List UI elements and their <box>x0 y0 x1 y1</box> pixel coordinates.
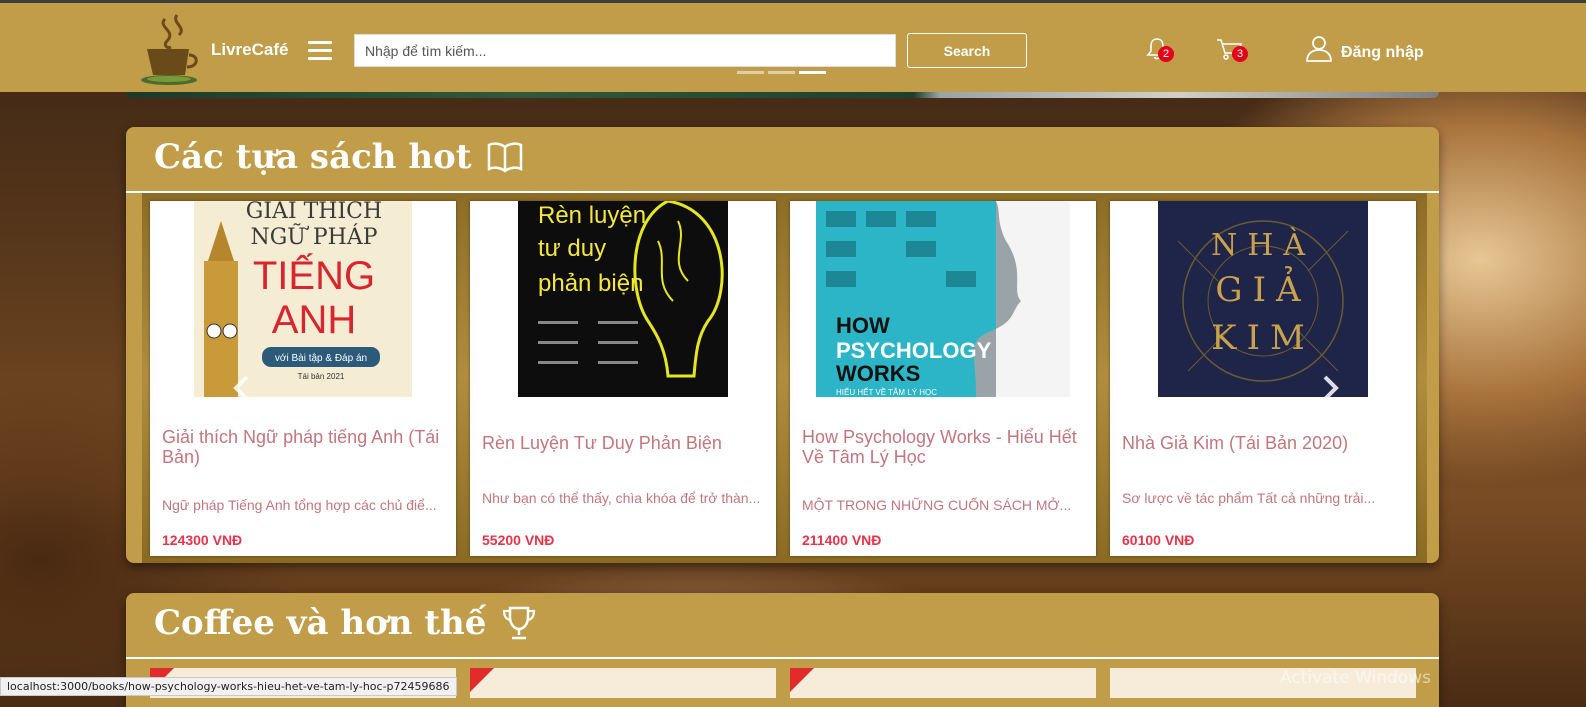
carousel-indicators <box>737 71 826 74</box>
cover-line2: NGỮ PHÁP <box>250 222 377 250</box>
carousel-indicator[interactable] <box>768 71 795 74</box>
book-cover-grammar: GIẢI THÍCH NGỮ PHÁP TIẾNG ANH với Bài tậ… <box>194 201 412 397</box>
sale-ribbon <box>470 668 494 692</box>
book-description: MỘT TRONG NHỮNG CUỐN SÁCH MỞ... <box>802 497 1072 513</box>
cover-line2: GIẢ <box>1215 266 1310 310</box>
cover-subtitle: với Bài tập & Đáp án <box>275 353 367 364</box>
book-card[interactable]: HOW PSYCHOLOGY WORKS HIỂU HẾT VỀ TÂM LÝ … <box>790 201 1096 556</box>
cover-line4: ANH <box>272 298 356 342</box>
cover-line3: WORKS <box>836 361 920 386</box>
chevron-left-icon[interactable] <box>232 375 252 401</box>
windows-activation-watermark: Activate Windows <box>1280 668 1431 688</box>
site-header: LivreCafé Search 2 3 Đăng nhập <box>0 3 1586 92</box>
cover-line1: GIẢI THÍCH <box>246 201 382 224</box>
carousel-indicator-active[interactable] <box>799 71 826 74</box>
cart-button[interactable]: 3 <box>1216 37 1252 67</box>
book-cover-psychology: HOW PSYCHOLOGY WORKS HIỂU HẾT VỀ TÂM LÝ … <box>816 201 1070 397</box>
coffee-logo-icon[interactable] <box>137 13 203 87</box>
brand-name[interactable]: LivreCafé <box>211 40 288 60</box>
hot-books-section: Các tựa sách hot GIẢI THÍCH NGỮ PHÁP TIẾ… <box>126 127 1439 563</box>
login-label: Đăng nhập <box>1341 44 1424 61</box>
book-card[interactable]: NHÀ GIẢ KIM Nhà Giả Kim (Tái Bản 2020) S… <box>1110 201 1416 556</box>
cover-line2: tư duy <box>538 235 606 262</box>
book-title[interactable]: Rèn Luyện Tư Duy Phản Biện <box>482 433 764 453</box>
hot-books-title: Các tựa sách hot <box>154 137 472 177</box>
coffee-title: Coffee và hơn thế <box>154 603 487 643</box>
search-input[interactable] <box>354 34 896 67</box>
cover-line1: HOW <box>836 313 890 338</box>
cover-subtitle: HIỂU HẾT VỀ TÂM LÝ HỌC <box>836 387 937 397</box>
hot-books-heading: Các tựa sách hot <box>154 137 523 177</box>
cover-edition: Tái bản 2021 <box>298 372 345 381</box>
search-button[interactable]: Search <box>907 33 1027 68</box>
book-cover-critical-thinking: Rèn luyện tư duy phản biện <box>518 201 728 397</box>
book-description: Như bạn có thể thấy, chìa khóa để trở th… <box>482 490 761 506</box>
hot-books-carousel: GIẢI THÍCH NGỮ PHÁP TIẾNG ANH với Bài tậ… <box>142 193 1427 563</box>
login-link[interactable]: Đăng nhập <box>1305 30 1424 66</box>
book-price: 124300 VNĐ <box>162 532 243 548</box>
book-cover-image: HOW PSYCHOLOGY WORKS HIỂU HẾT VỀ TÂM LÝ … <box>790 201 1096 397</box>
book-cover-alchemist: NHÀ GIẢ KIM <box>1158 201 1368 397</box>
book-description: Ngữ pháp Tiếng Anh tổng hợp các chủ điể.… <box>162 497 437 513</box>
book-cover-image: NHÀ GIẢ KIM <box>1110 201 1416 397</box>
book-price: 55200 VNĐ <box>482 532 555 548</box>
carousel-indicator[interactable] <box>737 71 764 74</box>
book-card[interactable]: GIẢI THÍCH NGỮ PHÁP TIẾNG ANH với Bài tậ… <box>150 201 456 556</box>
user-icon <box>1306 36 1332 62</box>
book-title[interactable]: How Psychology Works - Hiểu Hết Về Tâm L… <box>802 427 1084 467</box>
notification-count-badge: 2 <box>1158 46 1174 62</box>
cover-line3: TIẾNG <box>253 252 375 298</box>
coffee-heading: Coffee và hơn thế <box>154 603 536 643</box>
coffee-card[interactable] <box>470 668 776 698</box>
browser-status-url: localhost:3000/books/how-psychology-work… <box>0 677 457 696</box>
cart-count-badge: 3 <box>1232 46 1248 62</box>
book-open-icon <box>488 142 523 173</box>
cover-line2: PSYCHOLOGY <box>836 338 992 363</box>
hero-banner-bottom <box>126 92 1439 98</box>
section-divider <box>126 657 1439 659</box>
cover-line1: Rèn luyện <box>538 202 646 229</box>
book-cover-image: GIẢI THÍCH NGỮ PHÁP TIẾNG ANH với Bài tậ… <box>150 201 456 397</box>
coffee-card[interactable] <box>790 668 1096 698</box>
book-title[interactable]: Giải thích Ngữ pháp tiếng Anh (Tái Bản) <box>162 427 444 467</box>
book-price: 60100 VNĐ <box>1122 532 1195 548</box>
book-title[interactable]: Nhà Giả Kim (Tái Bản 2020) <box>1122 433 1404 453</box>
cover-line1: NHÀ <box>1211 227 1315 263</box>
hamburger-icon[interactable] <box>308 41 332 61</box>
notifications-button[interactable]: 2 <box>1145 37 1179 67</box>
book-card[interactable]: Rèn luyện tư duy phản biện Rèn Luyện Tư … <box>470 201 776 556</box>
book-cover-image: Rèn luyện tư duy phản biện <box>470 201 776 397</box>
sale-ribbon <box>790 668 814 692</box>
trophy-icon <box>503 606 536 640</box>
cover-line3: KIM <box>1211 318 1315 358</box>
cover-line3: phản biện <box>538 270 643 297</box>
book-price: 211400 VNĐ <box>802 532 882 548</box>
chevron-right-icon[interactable] <box>1320 375 1340 401</box>
book-description: Sơ lược về tác phẩm Tất cả những trải... <box>1122 490 1376 506</box>
